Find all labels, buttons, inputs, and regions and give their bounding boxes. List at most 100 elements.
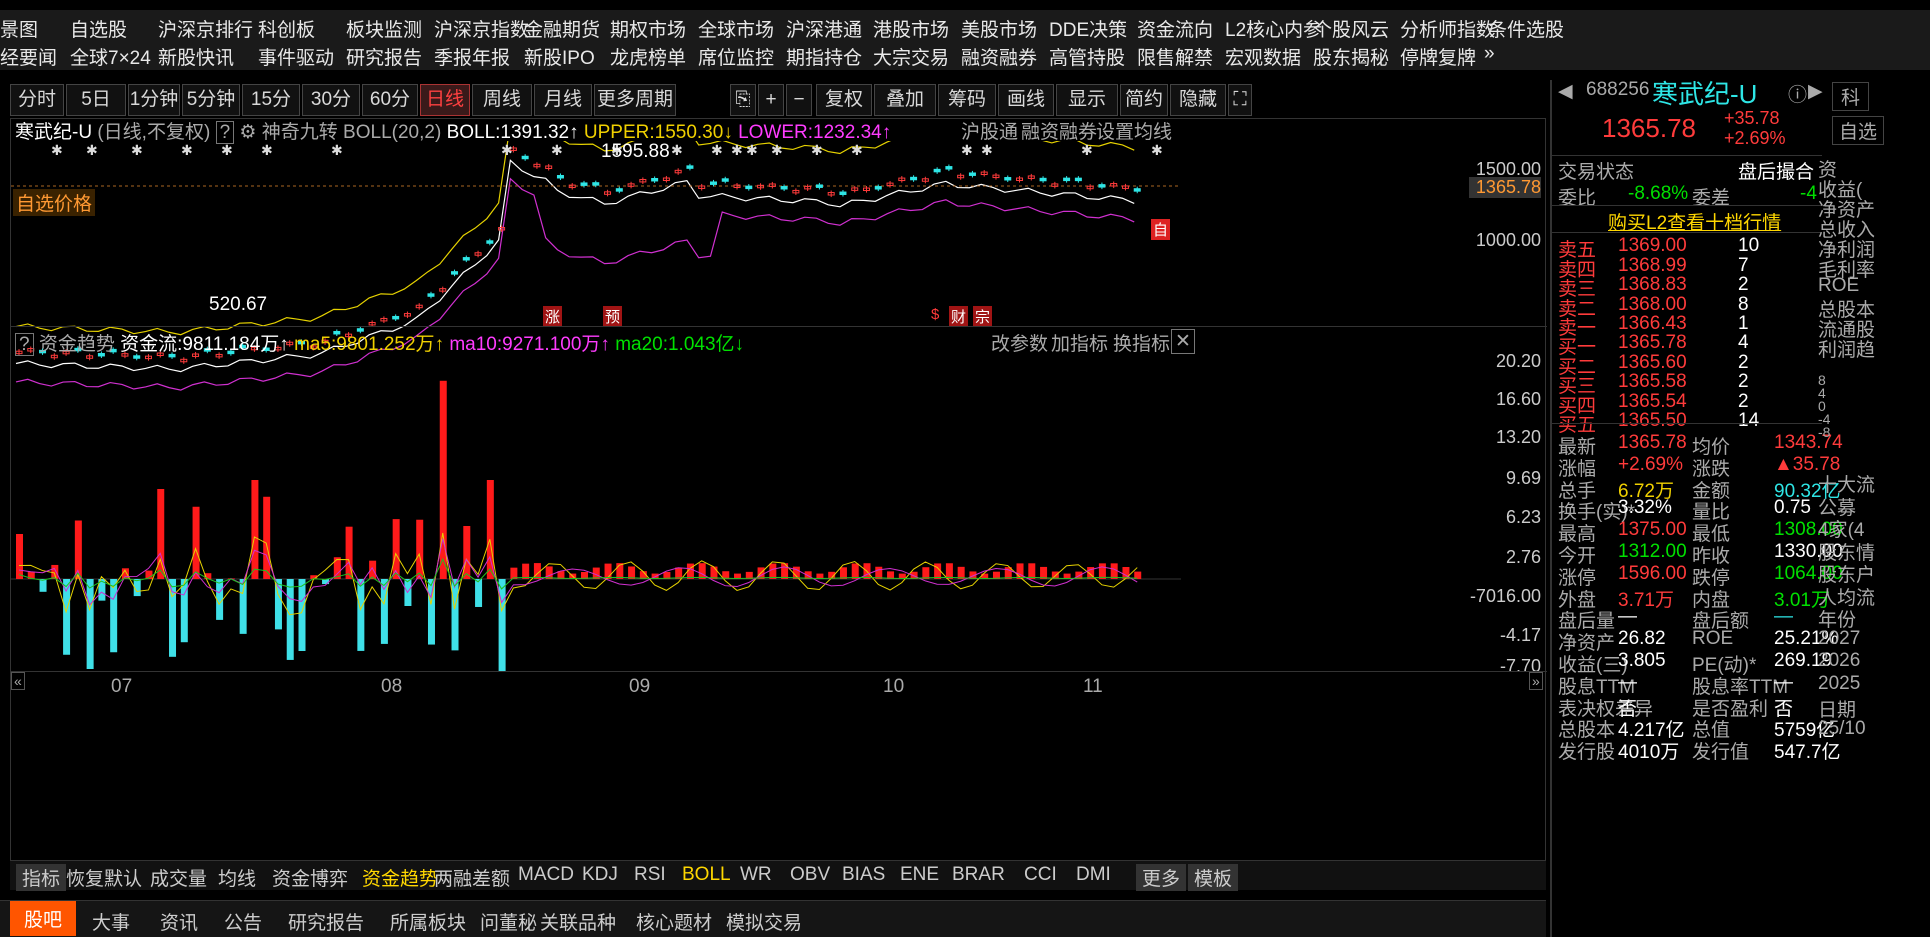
flow-bar[interactable] xyxy=(1110,563,1118,579)
menu-item[interactable]: 事件驱动 xyxy=(258,43,334,70)
menu-item[interactable]: 季报年报 xyxy=(434,43,510,70)
candle-body[interactable] xyxy=(933,168,941,173)
toolbar-button[interactable]: − xyxy=(786,84,812,116)
candle-body[interactable] xyxy=(1098,184,1106,188)
toolbar-button[interactable]: 周线 xyxy=(472,84,532,116)
bottom-tab[interactable]: 股吧 xyxy=(10,901,77,936)
flow-bar[interactable] xyxy=(957,566,965,579)
flow-bar[interactable] xyxy=(51,564,59,579)
toolbar-button[interactable]: 更多周期 xyxy=(594,84,676,116)
flow-bar[interactable] xyxy=(357,579,365,651)
candle-body[interactable] xyxy=(1004,177,1012,181)
candle-body[interactable] xyxy=(780,186,788,190)
candle-body[interactable] xyxy=(592,182,600,186)
flow-bar[interactable] xyxy=(239,579,247,634)
menu-item[interactable]: 融资融券 xyxy=(961,43,1037,70)
candle-body[interactable] xyxy=(968,172,976,176)
menu-item[interactable]: 全球7×24 xyxy=(70,43,151,70)
self-price-label[interactable]: 自选价格 xyxy=(13,189,96,216)
toolbar-button[interactable]: 简约 xyxy=(1120,84,1168,116)
toolbar-button[interactable]: + xyxy=(758,84,784,116)
side-button-ke[interactable]: 科 xyxy=(1832,82,1870,111)
indicator-tab[interactable]: RSI xyxy=(634,864,666,886)
side-button-zixuan[interactable]: 自选 xyxy=(1832,116,1885,145)
bottom-tab[interactable]: 公告 xyxy=(224,908,262,935)
menu-item[interactable]: 研究报告 xyxy=(346,43,422,70)
header-link-hgt[interactable]: 沪股通 xyxy=(961,117,1018,144)
info-icon[interactable]: ⓘ xyxy=(1788,80,1807,107)
menu-item[interactable]: 限售解禁 xyxy=(1137,43,1213,70)
toolbar-button[interactable]: 月线 xyxy=(534,84,592,116)
flow-bar[interactable] xyxy=(86,579,94,669)
toolbar-button[interactable]: 筹码 xyxy=(938,84,996,116)
candle-body[interactable] xyxy=(721,178,729,182)
indicator-tab[interactable]: 成交量 xyxy=(150,864,207,891)
flow-bar[interactable] xyxy=(16,534,23,579)
flow-bar[interactable] xyxy=(875,566,883,579)
tag-cai[interactable]: 财 xyxy=(949,306,969,327)
candle-body[interactable] xyxy=(580,182,588,186)
flow-bar[interactable] xyxy=(769,563,777,579)
flow-bar[interactable] xyxy=(416,519,424,579)
candle-body[interactable] xyxy=(686,165,694,169)
flow-bar[interactable] xyxy=(298,579,306,651)
bottom-tab[interactable]: 大事 xyxy=(92,908,130,935)
bottom-tab[interactable]: 研究报告 xyxy=(288,908,364,935)
stock-name[interactable]: 寒武纪-U xyxy=(15,122,92,143)
toolbar-button[interactable]: 叠加 xyxy=(874,84,936,116)
next-stock-icon[interactable]: ▶ xyxy=(1808,80,1823,103)
menu-item[interactable]: 宏观数据 xyxy=(1225,43,1301,70)
gear-icon[interactable]: ⚙ xyxy=(239,122,256,143)
menu-item[interactable]: 股东揭秘 xyxy=(1313,43,1389,70)
indicator-tab[interactable]: CCI xyxy=(1024,864,1057,886)
indicator-tab[interactable]: 指标 xyxy=(16,864,67,891)
flow-bar[interactable] xyxy=(286,579,294,660)
candle-body[interactable] xyxy=(556,175,564,179)
flow-bar[interactable] xyxy=(486,480,494,579)
flow-bar[interactable] xyxy=(39,579,47,592)
candle-body[interactable] xyxy=(427,293,435,297)
toolbar-button[interactable]: ⛶ xyxy=(1228,84,1252,116)
candle-body[interactable] xyxy=(521,155,529,160)
tag-dollar[interactable]: $ xyxy=(931,306,939,323)
indicator-tab[interactable]: 模板 xyxy=(1188,864,1239,891)
menu-item[interactable]: 停牌复牌 xyxy=(1400,43,1476,70)
candle-body[interactable] xyxy=(1039,177,1047,182)
indicator-tab[interactable]: KDJ xyxy=(582,864,618,886)
indicator-tab[interactable]: DMI xyxy=(1076,864,1111,886)
toolbar-button[interactable]: 分时 xyxy=(10,84,64,116)
toolbar-button[interactable]: 15分钟 xyxy=(242,84,300,140)
toolbar-button[interactable]: 30分钟 xyxy=(302,84,360,140)
menu-item[interactable]: » xyxy=(1484,43,1495,65)
indicator-tab[interactable]: 资金博弈 xyxy=(272,864,348,891)
flow-bar[interactable] xyxy=(463,525,471,579)
candle-body[interactable] xyxy=(839,191,847,195)
flow-bar[interactable] xyxy=(392,519,400,579)
flow-bar[interactable] xyxy=(74,520,82,580)
header-link-rzrq[interactable]: 融资融券 xyxy=(1021,117,1097,144)
toolbar-button[interactable]: 复权 xyxy=(816,84,872,116)
toolbar-button[interactable]: 画线 xyxy=(998,84,1054,116)
bottom-tab[interactable]: 问董秘 xyxy=(480,908,537,935)
tag-zong[interactable]: 宗 xyxy=(973,306,993,327)
indicator-tab[interactable]: WR xyxy=(740,864,772,886)
indicator-tab[interactable]: ENE xyxy=(900,864,939,886)
header-link-ma[interactable]: 设置均线 xyxy=(1096,117,1172,144)
candle-body[interactable] xyxy=(1063,177,1071,182)
indicator-tab[interactable]: OBV xyxy=(790,864,830,886)
menu-item[interactable]: 席位监控 xyxy=(698,43,774,70)
indicator-tab[interactable]: 均线 xyxy=(218,864,256,891)
menu-item[interactable]: 期指持仓 xyxy=(786,43,862,70)
candle-body[interactable] xyxy=(745,185,753,190)
candle-body[interactable] xyxy=(1133,188,1141,192)
scroll-left-icon[interactable]: « xyxy=(11,672,25,690)
candle-body[interactable] xyxy=(945,166,953,170)
menu-item[interactable]: 龙虎榜单 xyxy=(610,43,686,70)
indicator-tab[interactable]: BRAR xyxy=(952,864,1005,886)
flow-bar[interactable] xyxy=(1098,563,1106,579)
menu-item[interactable]: 新股快讯 xyxy=(158,43,234,70)
candle-body[interactable] xyxy=(910,176,918,181)
prev-stock-icon[interactable]: ◀ xyxy=(1558,80,1573,103)
candle-body[interactable] xyxy=(1074,177,1082,182)
toolbar-button[interactable]: ⎘ xyxy=(730,84,756,116)
